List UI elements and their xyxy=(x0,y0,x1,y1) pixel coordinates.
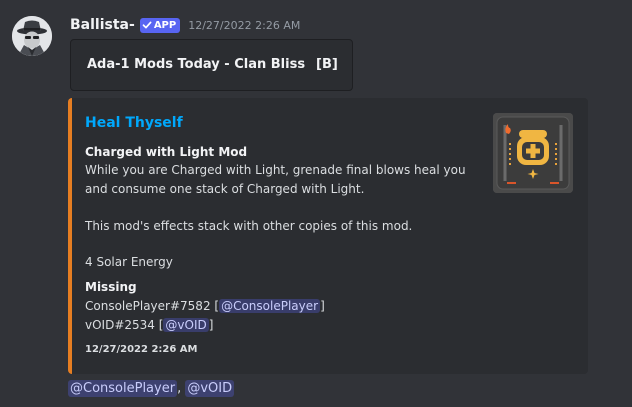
mention-separator: , xyxy=(177,381,182,396)
mention-console-player[interactable]: @ConsolePlayer xyxy=(68,380,178,397)
mod-type: Charged with Light Mod xyxy=(85,145,248,159)
missing-mention[interactable]: @ConsolePlayer xyxy=(219,299,321,313)
message-timestamp[interactable]: 12/27/2022 2:26 AM xyxy=(188,19,300,32)
spy-avatar-icon xyxy=(12,16,52,56)
energy-cost: 4 Solar Energy xyxy=(85,255,173,269)
missing-player: vOID#2534 xyxy=(85,318,155,332)
missing-row: vOID#2534 [@vOID] xyxy=(85,318,214,332)
code-block: Ada-1 Mods Today - Clan Bliss [B] xyxy=(70,39,353,91)
code-block-tag: [B] xyxy=(316,57,338,72)
solar-mod-icon xyxy=(493,113,573,193)
mention-void[interactable]: @vOID xyxy=(185,380,235,397)
embed-thumbnail[interactable] xyxy=(493,113,573,193)
missing-mention[interactable]: @vOID xyxy=(163,318,209,332)
app-badge-label: APP xyxy=(153,19,177,31)
description-line-1: While you are Charged with Light, grenad… xyxy=(85,163,466,177)
stack-note: This mod's effects stack with other copi… xyxy=(85,219,413,233)
message-header: Ballista- APP 12/27/2022 2:26 AM xyxy=(70,14,300,36)
mentions-line: @ConsolePlayer, @vOID xyxy=(68,380,235,397)
mod-embed: Heal Thyself Charged with Light Mod Whil… xyxy=(68,98,588,374)
avatar[interactable] xyxy=(12,16,52,56)
code-block-title: Ada-1 Mods Today - Clan Bliss xyxy=(87,57,306,72)
app-badge: APP xyxy=(139,17,181,33)
embed-title[interactable]: Heal Thyself xyxy=(85,115,183,131)
embed-footer-timestamp: 12/27/2022 2:26 AM xyxy=(85,344,198,355)
checkmark-icon xyxy=(142,21,152,29)
missing-player: ConsolePlayer#7582 xyxy=(85,299,211,313)
missing-label: Missing xyxy=(85,280,137,294)
missing-row: ConsolePlayer#7582 [@ConsolePlayer] xyxy=(85,299,325,313)
description-line-2: and consume one stack of Charged with Li… xyxy=(85,182,365,196)
username[interactable]: Ballista- xyxy=(70,17,135,33)
